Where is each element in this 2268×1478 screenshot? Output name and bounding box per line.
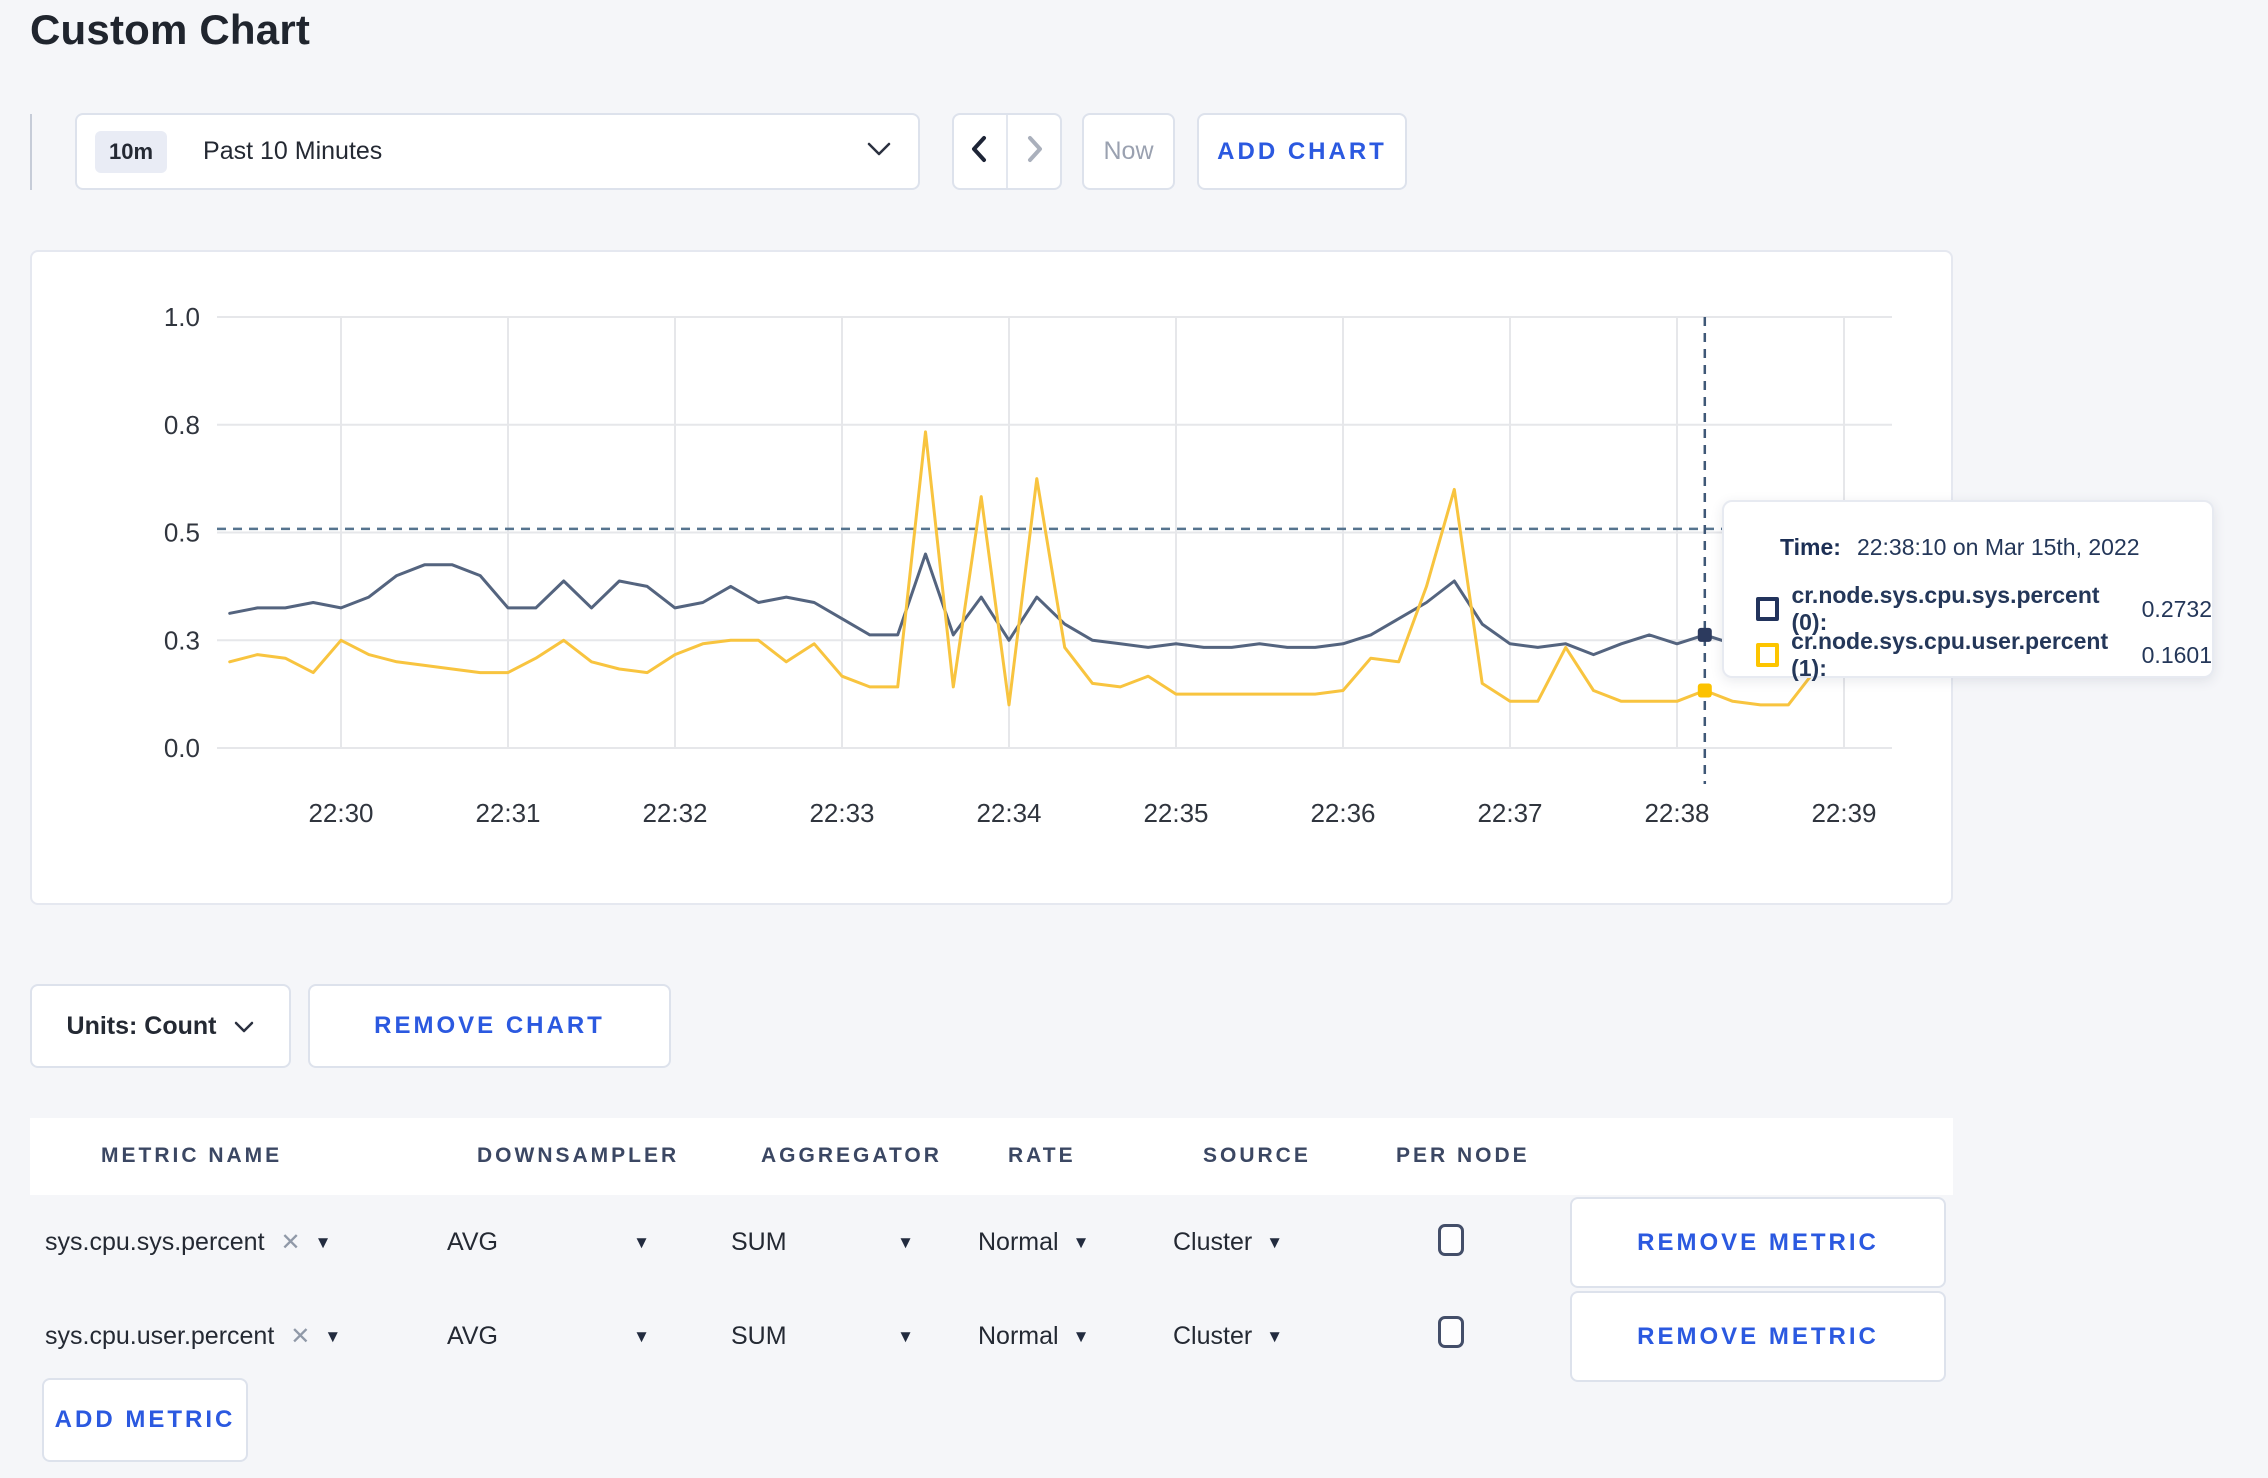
units-selector[interactable]: Units: Count	[30, 984, 291, 1068]
downsampler-value: AVG	[447, 1322, 498, 1350]
downsampler-select[interactable]: AVG ▼	[447, 1197, 650, 1288]
col-header-downsampler: DOWNSAMPLER	[477, 1144, 680, 1167]
aggregator-value: SUM	[731, 1322, 787, 1350]
units-label: Units: Count	[66, 1011, 217, 1040]
add-metric-button[interactable]: ADD METRIC	[42, 1378, 248, 1462]
tooltip-series-row: cr.node.sys.cpu.user.percent (1): 0.1601	[1756, 628, 2212, 682]
chart-panel: 22:30 22:31 22:32 22:33 22:34 22:35 22:36 22:37…	[30, 250, 1953, 905]
caret-down-icon: ▼	[324, 1326, 342, 1346]
caret-down-icon: ▼	[633, 1232, 650, 1252]
chevron-left-icon	[965, 133, 995, 170]
svg-text:22:36: 22:36	[1310, 798, 1375, 828]
svg-text:22:37: 22:37	[1477, 798, 1542, 828]
svg-text:1.0: 1.0	[164, 302, 200, 332]
col-header-source: SOURCE	[1203, 1144, 1311, 1167]
per-node-checkbox[interactable]	[1438, 1316, 1464, 1348]
metric-name-select[interactable]: sys.cpu.user.percent ✕ ▼	[45, 1291, 341, 1382]
caret-down-icon: ▼	[314, 1232, 332, 1252]
custom-chart-page: Custom Chart 10m Past 10 Minutes Now ADD…	[0, 0, 2268, 1478]
col-header-per-node: PER NODE	[1396, 1144, 1530, 1167]
col-header-rate: RATE	[1008, 1144, 1076, 1167]
svg-text:0.0: 0.0	[164, 733, 200, 763]
tooltip-series-value: 0.1601	[2141, 641, 2212, 668]
tooltip-series-label: cr.node.sys.cpu.user.percent (1):	[1791, 628, 2109, 681]
svg-text:22:39: 22:39	[1811, 798, 1876, 828]
time-nav	[952, 113, 1062, 190]
source-value: Cluster	[1173, 1228, 1253, 1256]
time-range-badge: 10m	[95, 130, 168, 173]
col-header-aggregator: AGGREGATOR	[761, 1144, 942, 1167]
aggregator-select[interactable]: SUM ▼	[731, 1291, 914, 1382]
downsampler-select[interactable]: AVG ▼	[447, 1291, 650, 1382]
rate-select[interactable]: Normal ▼	[978, 1291, 1089, 1382]
aggregator-select[interactable]: SUM ▼	[731, 1197, 914, 1288]
tooltip-series-value: 0.2732	[2141, 595, 2212, 622]
svg-text:22:32: 22:32	[642, 798, 707, 828]
metric-name-value: sys.cpu.sys.percent	[45, 1228, 265, 1256]
rate-value: Normal	[978, 1228, 1059, 1256]
caret-down-icon: ▼	[1266, 1326, 1284, 1346]
time-range-label: Past 10 Minutes	[203, 137, 383, 165]
source-select[interactable]: Cluster ▼	[1173, 1197, 1283, 1288]
source-select[interactable]: Cluster ▼	[1173, 1291, 1283, 1382]
rate-select[interactable]: Normal ▼	[978, 1197, 1089, 1288]
remove-chart-button[interactable]: REMOVE CHART	[308, 984, 671, 1068]
svg-text:0.3: 0.3	[164, 625, 200, 655]
per-node-checkbox[interactable]	[1438, 1224, 1464, 1256]
svg-text:22:35: 22:35	[1143, 798, 1208, 828]
aggregator-value: SUM	[731, 1228, 787, 1256]
time-range-selector[interactable]: 10m Past 10 Minutes	[75, 113, 920, 190]
col-header-metric-name: METRIC NAME	[101, 1144, 283, 1167]
rate-value: Normal	[978, 1322, 1059, 1350]
svg-text:0.8: 0.8	[164, 410, 200, 440]
chevron-down-icon	[234, 1012, 254, 1041]
source-value: Cluster	[1173, 1322, 1253, 1350]
remove-metric-button[interactable]: REMOVE METRIC	[1570, 1197, 1946, 1288]
clear-metric-icon[interactable]: ✕	[290, 1322, 310, 1351]
next-time-button[interactable]	[1006, 115, 1060, 188]
downsampler-value: AVG	[447, 1228, 498, 1256]
caret-down-icon: ▼	[1072, 1232, 1090, 1252]
line-chart[interactable]: 22:30 22:31 22:32 22:33 22:34 22:35 22:36 22:37…	[32, 252, 1951, 903]
metric-table-header: METRIC NAME DOWNSAMPLER AGGREGATOR RATE …	[30, 1118, 1953, 1195]
svg-text:22:31: 22:31	[475, 798, 540, 828]
caret-down-icon: ▼	[897, 1326, 914, 1346]
remove-metric-button[interactable]: REMOVE METRIC	[1570, 1291, 1946, 1382]
caret-down-icon: ▼	[1266, 1232, 1284, 1252]
now-button[interactable]: Now	[1082, 113, 1175, 190]
svg-text:22:34: 22:34	[976, 798, 1041, 828]
series-swatch-icon	[1756, 597, 1780, 621]
svg-text:22:30: 22:30	[308, 798, 373, 828]
tooltip-time-label: Time:	[1780, 534, 1841, 560]
tooltip-time: Time: 22:38:10 on Mar 15th, 2022	[1780, 534, 2140, 561]
svg-text:0.5: 0.5	[164, 518, 200, 548]
divider	[30, 114, 32, 190]
metric-name-value: sys.cpu.user.percent	[45, 1322, 275, 1350]
svg-text:22:33: 22:33	[809, 798, 874, 828]
caret-down-icon: ▼	[1072, 1326, 1090, 1346]
series-swatch-icon	[1756, 643, 1780, 667]
svg-text:22:38: 22:38	[1644, 798, 1709, 828]
prev-time-button[interactable]	[954, 115, 1006, 188]
caret-down-icon: ▼	[633, 1326, 650, 1346]
chart-tooltip: Time: 22:38:10 on Mar 15th, 2022 cr.node…	[1722, 500, 2214, 681]
add-chart-button[interactable]: ADD CHART	[1197, 113, 1407, 190]
chevron-down-icon	[866, 141, 892, 163]
page-title: Custom Chart	[30, 6, 311, 53]
chevron-right-icon	[1019, 133, 1049, 170]
clear-metric-icon[interactable]: ✕	[281, 1228, 301, 1257]
metric-name-select[interactable]: sys.cpu.sys.percent ✕ ▼	[45, 1197, 331, 1288]
caret-down-icon: ▼	[897, 1232, 914, 1252]
tooltip-time-value: 22:38:10 on Mar 15th, 2022	[1856, 534, 2140, 560]
